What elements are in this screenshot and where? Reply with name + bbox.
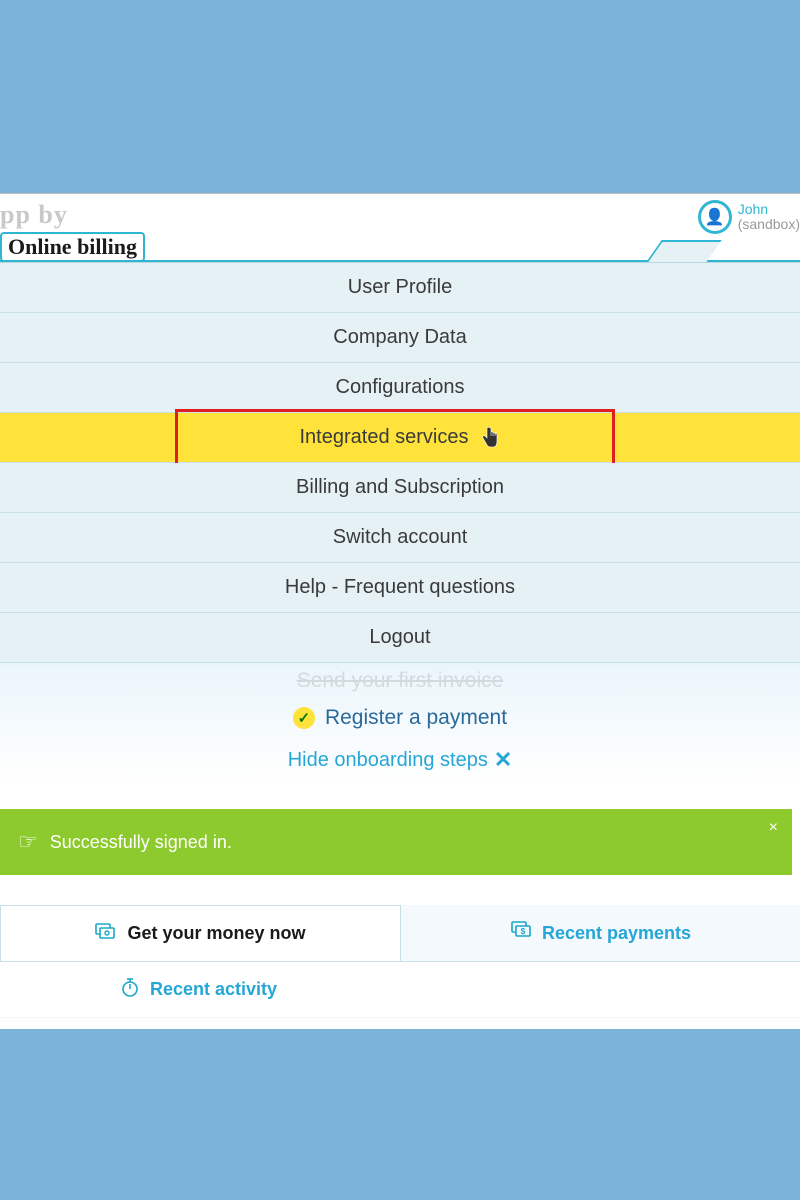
app-window: pp by Online billing 👤 John (sandbox) Us… [0, 193, 800, 1029]
stopwatch-icon [120, 977, 140, 1003]
user-environment: (sandbox) [738, 216, 800, 232]
money-icon [95, 921, 117, 947]
user-label: John (sandbox) [738, 202, 800, 233]
payments-icon: $ [510, 920, 532, 946]
pointer-cursor-icon [480, 426, 500, 454]
onboarding-step-register-payment[interactable]: ✓ Register a payment [0, 697, 800, 739]
user-dropdown-menu: User Profile Company Data Configurations… [0, 262, 800, 663]
hide-onboarding-label: Hide onboarding steps [288, 749, 488, 772]
dashboard-tabs: Get your money now $ Recent payments [0, 905, 800, 962]
menu-item-configurations[interactable]: Configurations [0, 363, 800, 413]
dropdown-pointer [646, 240, 721, 262]
menu-item-integrated-services[interactable]: Integrated services [0, 413, 800, 463]
menu-item-logout[interactable]: Logout [0, 613, 800, 663]
header: pp by Online billing 👤 John (sandbox) [0, 194, 800, 262]
tab-label: Recent payments [542, 923, 691, 944]
menu-item-switch-account[interactable]: Switch account [0, 513, 800, 563]
menu-item-label: User Profile [348, 276, 452, 299]
user-name: John [738, 201, 768, 217]
tab-get-money-now[interactable]: Get your money now [0, 905, 401, 961]
menu-item-billing-subscription[interactable]: Billing and Subscription [0, 463, 800, 513]
menu-item-label: Help - Frequent questions [285, 576, 515, 599]
alert-close-button[interactable]: × [769, 819, 778, 837]
menu-item-user-profile[interactable]: User Profile [0, 263, 800, 313]
user-avatar-icon: 👤 [698, 200, 732, 234]
tab-recent-payments[interactable]: $ Recent payments [401, 905, 800, 961]
menu-item-company-data[interactable]: Company Data [0, 313, 800, 363]
onboarding-step-send-invoice: Send your first invoice [0, 669, 800, 697]
menu-item-label: Logout [369, 626, 430, 649]
menu-item-label: Billing and Subscription [296, 476, 504, 499]
pointing-hand-icon: ☞ [18, 829, 38, 855]
tab-label: Get your money now [127, 923, 305, 944]
alert-message: Successfully signed in. [50, 832, 232, 853]
main-content: Send your first invoice ✓ Register a pay… [0, 663, 800, 1018]
success-alert: ☞ Successfully signed in. × [0, 809, 792, 875]
svg-text:$: $ [521, 927, 526, 936]
check-icon: ✓ [293, 707, 315, 729]
onboarding-step-label: Register a payment [325, 706, 507, 730]
logo-text-top: pp by [0, 200, 145, 230]
logo-text-bottom: Online billing [0, 232, 145, 262]
user-menu-trigger[interactable]: 👤 John (sandbox) [698, 200, 800, 234]
logo: pp by Online billing [0, 194, 145, 262]
close-icon: ✕ [494, 747, 512, 773]
menu-item-label: Company Data [333, 326, 466, 349]
menu-item-label: Configurations [336, 376, 465, 399]
menu-item-help-faq[interactable]: Help - Frequent questions [0, 563, 800, 613]
tab-label: Recent activity [150, 979, 277, 1000]
menu-item-label: Switch account [333, 526, 468, 549]
hide-onboarding-button[interactable]: Hide onboarding steps ✕ [0, 739, 800, 781]
menu-item-label: Integrated services [300, 426, 469, 449]
tab-recent-activity[interactable]: Recent activity [0, 962, 800, 1018]
